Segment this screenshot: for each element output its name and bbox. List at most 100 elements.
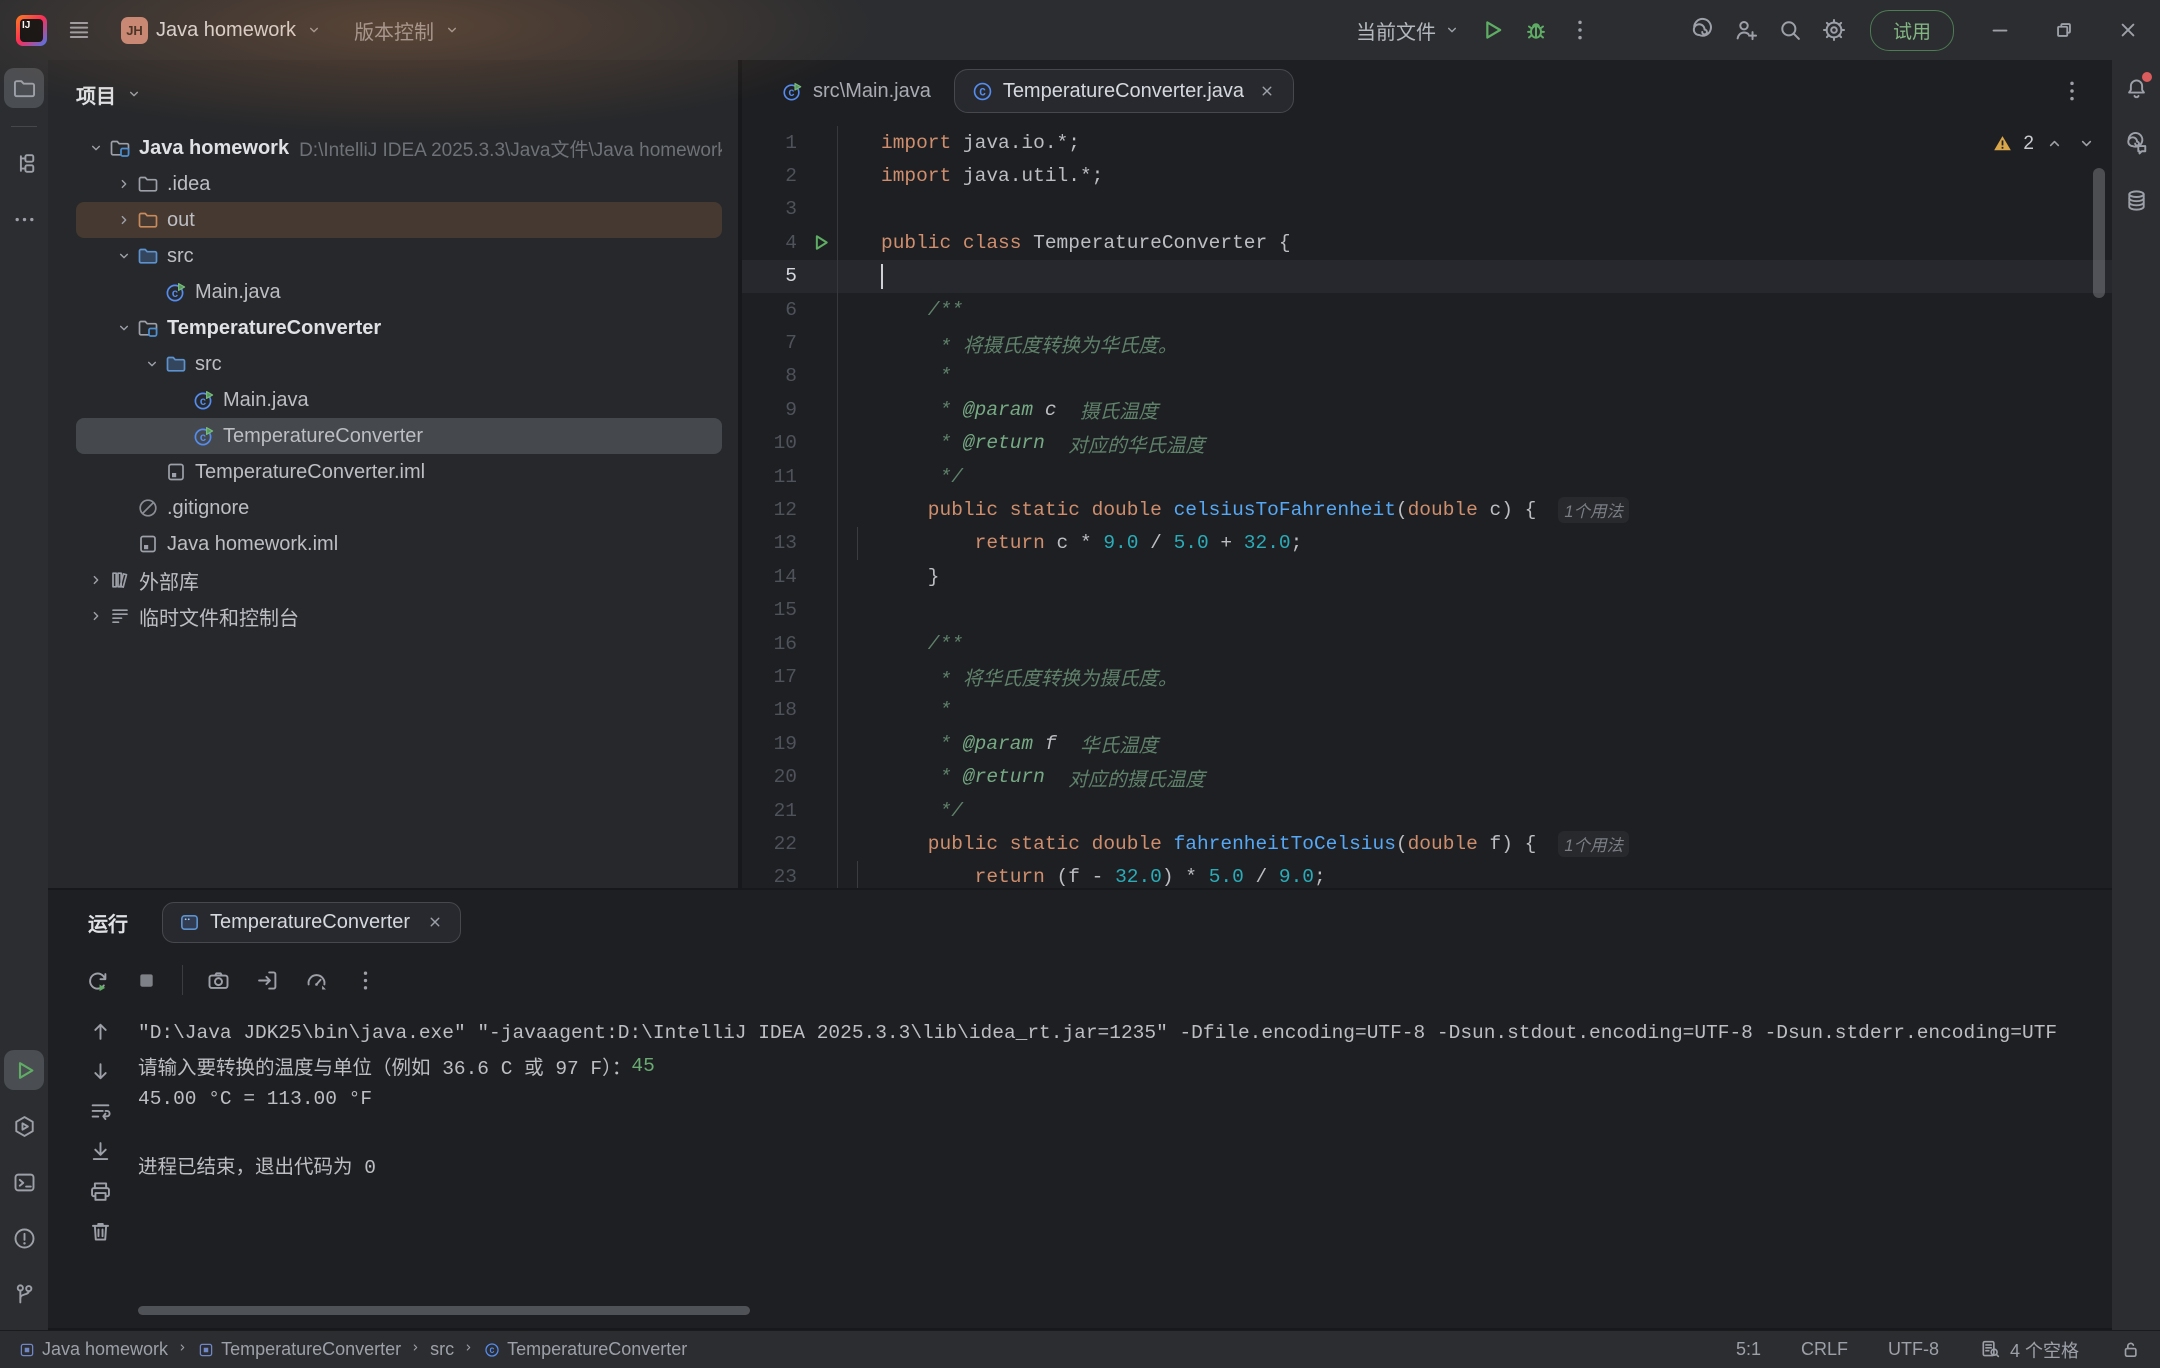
- project-toolwindow-button[interactable]: [4, 68, 44, 108]
- line-number[interactable]: 16: [742, 627, 838, 660]
- code-line-14[interactable]: 14 }: [742, 560, 2112, 593]
- main-menu-button[interactable]: [57, 8, 101, 52]
- code-line-22[interactable]: 22 public static double fahrenheitToCels…: [742, 827, 2112, 860]
- code-line-20[interactable]: 20 * @return 对应的摄氏温度: [742, 760, 2112, 793]
- trial-badge-button[interactable]: 试用: [1870, 10, 1954, 51]
- line-number[interactable]: 13: [742, 527, 838, 560]
- close-button[interactable]: [2096, 3, 2160, 57]
- code-line-19[interactable]: 19 * @param f 华氏温度: [742, 727, 2112, 760]
- editor-tab-temperatureconverter-java[interactable]: CTemperatureConverter.java: [954, 69, 1294, 113]
- search-everywhere-button[interactable]: [1768, 8, 1812, 52]
- line-number[interactable]: 11: [742, 460, 838, 493]
- tree-item-src[interactable]: src: [76, 346, 722, 382]
- tree-item-java-homework[interactable]: Java homeworkD:\IntelliJ IDEA 2025.3.3\J…: [76, 130, 722, 166]
- project-selector[interactable]: JH Java homework: [111, 11, 334, 50]
- code-line-12[interactable]: 12 public static double celsiusToFahrenh…: [742, 493, 2112, 526]
- code-editor[interactable]: 1import java.io.*;2import java.util.*;34…: [742, 122, 2112, 888]
- chevron-down-icon[interactable]: [112, 316, 136, 340]
- vcs-toolwindow-button[interactable]: [4, 1274, 44, 1314]
- code-line-6[interactable]: 6 /**: [742, 293, 2112, 326]
- chevron-right-icon[interactable]: [84, 568, 108, 592]
- code-line-9[interactable]: 9 * @param c 摄氏温度: [742, 393, 2112, 426]
- line-number[interactable]: 10: [742, 427, 838, 460]
- line-number[interactable]: 2: [742, 159, 838, 192]
- code-line-23[interactable]: 23 return (f - 32.0) * 5.0 / 9.0;: [742, 861, 2112, 888]
- thread-dump-icon[interactable]: [205, 967, 232, 994]
- line-number[interactable]: 4: [742, 226, 838, 259]
- caret-position[interactable]: 5:1: [1736, 1339, 1761, 1360]
- code-line-13[interactable]: 13 return c * 9.0 / 5.0 + 32.0;: [742, 527, 2112, 560]
- tree-item-main-java[interactable]: CMain.java: [76, 274, 722, 310]
- tree-item-外部库[interactable]: 外部库: [76, 562, 722, 598]
- line-number[interactable]: 6: [742, 293, 838, 326]
- line-number[interactable]: 3: [742, 193, 838, 226]
- code-line-7[interactable]: 7 * 将摄氏度转换为华氏度。: [742, 326, 2112, 359]
- code-line-4[interactable]: 4public class TemperatureConverter {: [742, 226, 2112, 259]
- tab-options-icon[interactable]: [2058, 77, 2086, 105]
- line-number[interactable]: 17: [742, 660, 838, 693]
- clear-all-icon[interactable]: [87, 1218, 114, 1245]
- console-output[interactable]: "D:\Java JDK25\bin\java.exe" "-javaagent…: [138, 1016, 2112, 1181]
- close-tab-icon[interactable]: [1257, 81, 1277, 101]
- line-number[interactable]: 12: [742, 493, 838, 526]
- line-number[interactable]: 8: [742, 360, 838, 393]
- close-tab-icon[interactable]: [425, 912, 445, 932]
- tree-item-temperatureconverter[interactable]: CTemperatureConverter: [76, 418, 722, 454]
- run-config-selector[interactable]: 当前文件: [1348, 10, 1470, 51]
- profiler-icon[interactable]: [303, 967, 330, 994]
- chevron-down-icon[interactable]: [84, 136, 108, 160]
- tree-item-src[interactable]: src: [76, 238, 722, 274]
- editor-tab-src-main-java[interactable]: Csrc\Main.java: [764, 69, 948, 113]
- tree-item-main-java[interactable]: CMain.java: [76, 382, 722, 418]
- line-separator[interactable]: CRLF: [1801, 1339, 1848, 1360]
- print-icon[interactable]: [87, 1178, 114, 1205]
- console-scrollbar[interactable]: [138, 1306, 750, 1315]
- scroll-to-end-icon[interactable]: [87, 1138, 114, 1165]
- code-line-5[interactable]: 5: [742, 260, 2112, 293]
- code-line-16[interactable]: 16 /**: [742, 627, 2112, 660]
- chevron-down-icon[interactable]: [140, 352, 164, 376]
- tree-item-gitignore[interactable]: .gitignore: [76, 490, 722, 526]
- breadcrumb-java-homework[interactable]: Java homework: [18, 1339, 168, 1360]
- code-line-3[interactable]: 3: [742, 193, 2112, 226]
- run-button[interactable]: [1470, 8, 1514, 52]
- problems-toolwindow-button[interactable]: [4, 1218, 44, 1258]
- kebab-icon[interactable]: [352, 967, 379, 994]
- usages-inlay-hint[interactable]: 1个用法: [1558, 831, 1629, 857]
- breadcrumb-src[interactable]: src: [430, 1339, 454, 1360]
- scroll-down-icon[interactable]: [87, 1058, 114, 1085]
- line-number[interactable]: 14: [742, 560, 838, 593]
- usages-inlay-hint[interactable]: 1个用法: [1558, 497, 1629, 523]
- run-tab[interactable]: TemperatureConverter: [162, 902, 461, 943]
- notifications-button[interactable]: [2116, 68, 2156, 108]
- code-line-2[interactable]: 2import java.util.*;: [742, 159, 2112, 192]
- ai-assistant-button[interactable]: [1680, 8, 1724, 52]
- line-number[interactable]: 22: [742, 827, 838, 860]
- minimize-button[interactable]: [1968, 3, 2032, 57]
- line-number[interactable]: 1: [742, 126, 838, 159]
- line-number[interactable]: 9: [742, 393, 838, 426]
- debug-button[interactable]: [1514, 8, 1558, 52]
- run-toolwindow-button[interactable]: [4, 1050, 44, 1090]
- code-line-8[interactable]: 8 *: [742, 360, 2112, 393]
- code-with-me-button[interactable]: [1724, 8, 1768, 52]
- settings-button[interactable]: [1812, 8, 1856, 52]
- line-number[interactable]: 20: [742, 760, 838, 793]
- database-toolwindow-button[interactable]: [2116, 180, 2156, 220]
- line-number[interactable]: 7: [742, 326, 838, 359]
- vcs-selector[interactable]: 版本控制: [344, 10, 472, 51]
- code-line-17[interactable]: 17 * 将华氏度转换为摄氏度。: [742, 660, 2112, 693]
- code-line-1[interactable]: 1import java.io.*;: [742, 126, 2112, 159]
- tree-item-temperatureconverter[interactable]: TemperatureConverter: [76, 310, 722, 346]
- line-number[interactable]: 21: [742, 794, 838, 827]
- tree-item-idea[interactable]: .idea: [76, 166, 722, 202]
- line-number[interactable]: 19: [742, 727, 838, 760]
- code-line-15[interactable]: 15: [742, 593, 2112, 626]
- chevron-right-icon[interactable]: [112, 172, 136, 196]
- stop-icon[interactable]: [133, 967, 160, 994]
- maximize-button[interactable]: [2032, 3, 2096, 57]
- prev-warning-icon[interactable]: [2043, 132, 2066, 155]
- code-line-18[interactable]: 18 *: [742, 694, 2112, 727]
- line-number[interactable]: 15: [742, 593, 838, 626]
- line-number[interactable]: 23: [742, 861, 838, 888]
